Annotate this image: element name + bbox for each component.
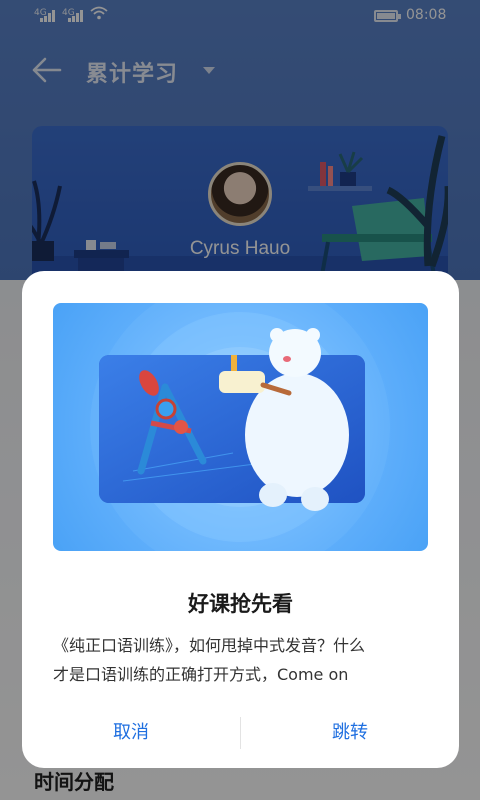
promo-dialog: 好课抢先看 《纯正口语训练》，如何甩掉中式发音？什么 才是口语训练的正确打开方式… bbox=[22, 271, 459, 768]
dialog-message: 《纯正口语训练》，如何甩掉中式发音？什么 才是口语训练的正确打开方式，Come … bbox=[53, 631, 433, 689]
jump-button[interactable]: 跳转 bbox=[241, 711, 459, 755]
dialog-title: 好课抢先看 bbox=[188, 592, 293, 616]
dialog-actions: 取消 跳转 bbox=[22, 711, 459, 755]
dialog-message-line-1: 《纯正口语训练》，如何甩掉中式发音？什么 bbox=[53, 636, 366, 655]
dialog-message-line-2: 才是口语训练的正确打开方式，Come on bbox=[53, 665, 349, 684]
promo-banner bbox=[53, 303, 428, 551]
course-illustration bbox=[90, 303, 390, 551]
cancel-button[interactable]: 取消 bbox=[22, 711, 240, 755]
